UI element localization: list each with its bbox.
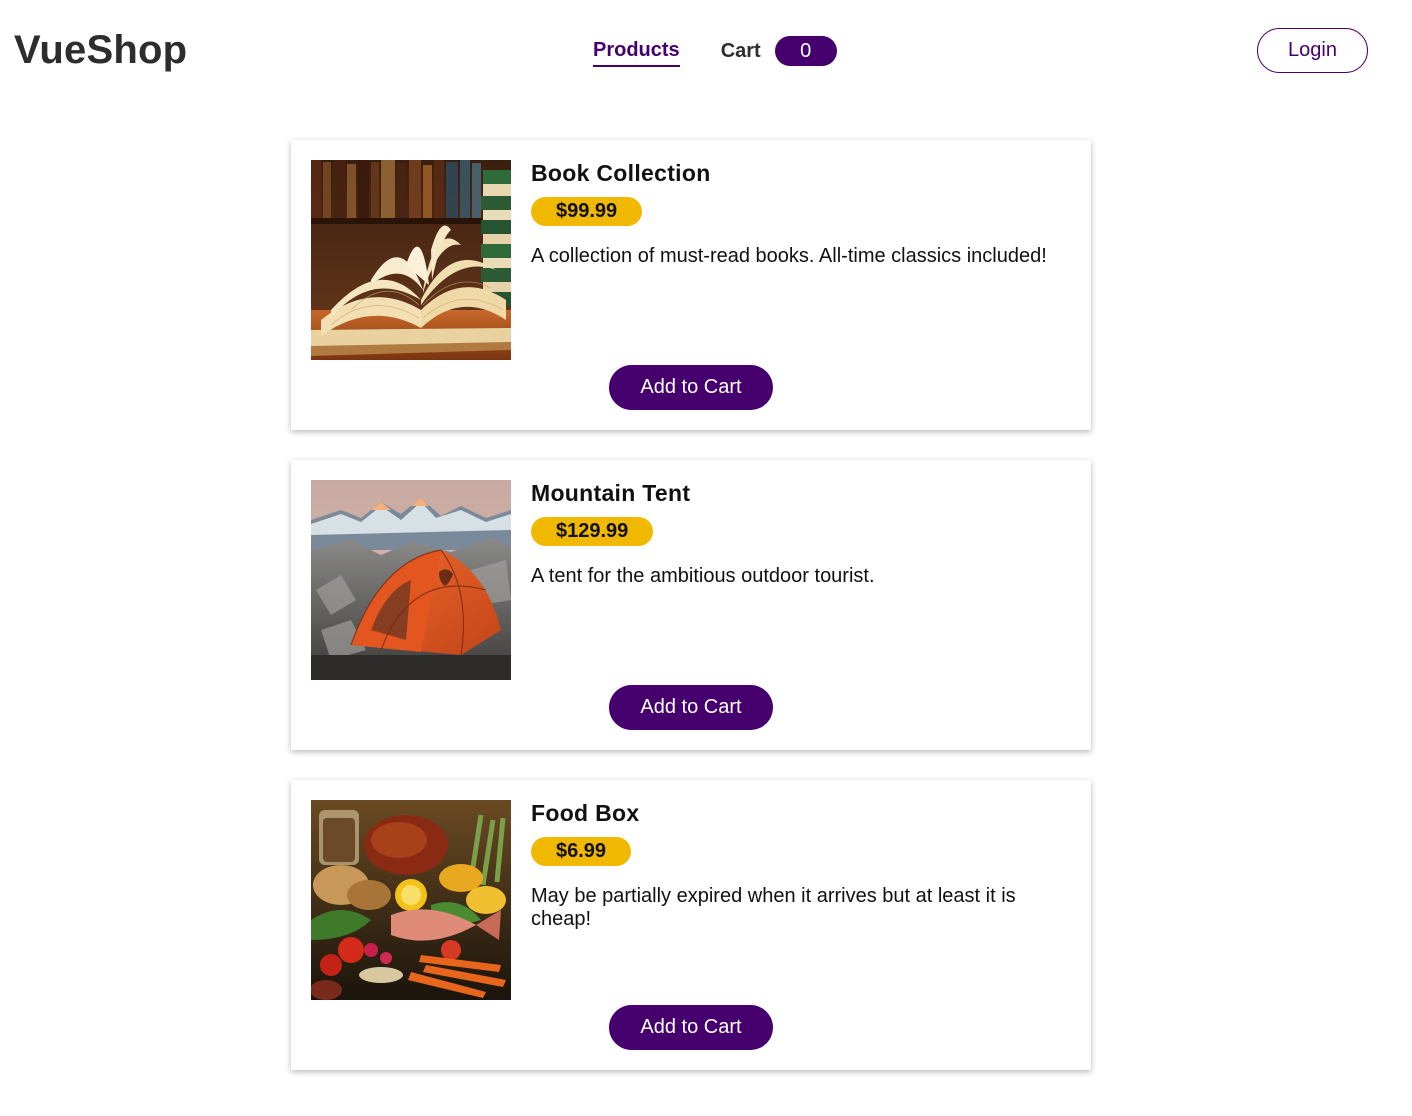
- nav-products-link[interactable]: Products: [593, 36, 680, 67]
- food-photo: [311, 800, 511, 1000]
- price-badge: $6.99: [531, 837, 632, 866]
- cart-count-badge[interactable]: 0: [774, 36, 837, 66]
- nav-cart[interactable]: Cart 0: [721, 36, 837, 66]
- product-list: Book Collection $99.99 A collection of m…: [291, 140, 1091, 1100]
- product-image-tent: [311, 480, 511, 680]
- product-image-books: [311, 160, 511, 360]
- product-description: A collection of must-read books. All-tim…: [531, 245, 1047, 267]
- brand-logo: VueShop: [14, 28, 188, 72]
- books-photo: [311, 160, 511, 360]
- add-to-cart-button[interactable]: Add to Cart: [609, 1005, 773, 1050]
- product-description: May be partially expired when it arrives…: [531, 885, 1016, 930]
- product-image-food: [311, 800, 511, 1000]
- nav-cart-link[interactable]: Cart: [721, 37, 761, 65]
- site-header: VueShop Products Cart 0 Login: [0, 0, 1412, 100]
- product-title: Food Box: [531, 800, 640, 826]
- price-badge: $129.99: [531, 517, 654, 546]
- product-title: Book Collection: [531, 160, 711, 186]
- product-title: Mountain Tent: [531, 480, 691, 506]
- product-card: Food Box $6.99 May be partially expired …: [291, 780, 1091, 1070]
- product-description: A tent for the ambitious outdoor tourist…: [531, 565, 875, 587]
- login-button[interactable]: Login: [1257, 28, 1368, 73]
- add-to-cart-button[interactable]: Add to Cart: [609, 685, 773, 730]
- product-card: Book Collection $99.99 A collection of m…: [291, 140, 1091, 430]
- tent-photo: [311, 480, 511, 680]
- price-badge: $99.99: [531, 197, 643, 226]
- add-to-cart-button[interactable]: Add to Cart: [609, 365, 773, 410]
- product-card: Mountain Tent $129.99 A tent for the amb…: [291, 460, 1091, 750]
- main-nav: Products Cart 0: [593, 36, 837, 67]
